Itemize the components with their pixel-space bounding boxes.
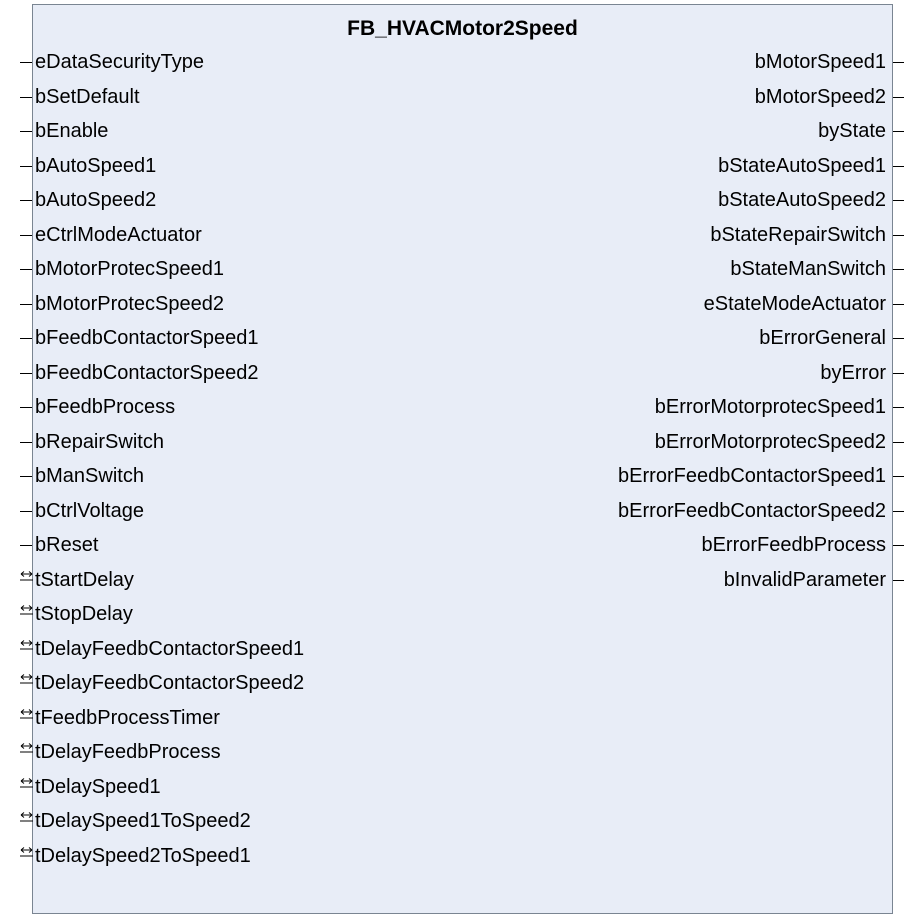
output-pin-line xyxy=(893,131,904,133)
output-pin-line xyxy=(893,510,904,512)
output-pin-label: eStateModeActuator xyxy=(703,292,886,315)
output-pin-label: bErrorGeneral xyxy=(759,327,886,349)
inout-pin-label: tDelayFeedbProcess xyxy=(35,741,221,763)
output-pin-label: bStateAutoSpeed1 xyxy=(718,154,886,177)
input-pin-label: bRepairSwitch xyxy=(35,430,164,453)
input-pin-line xyxy=(20,62,32,64)
output-pin-line xyxy=(893,579,904,581)
input-pin-line xyxy=(20,338,32,340)
input-pin-label: bReset xyxy=(35,534,99,556)
inout-pin-label: tDelayFeedbContactorSpeed2 xyxy=(35,672,305,694)
output-pin-line xyxy=(893,269,904,271)
input-pin-label: bEnable xyxy=(35,120,109,142)
input-pin-line xyxy=(20,200,32,202)
output-pin-label: bMotorSpeed1 xyxy=(754,51,886,73)
output-pin-label: bErrorMotorprotecSpeed1 xyxy=(654,396,886,418)
input-pin-line xyxy=(20,407,32,409)
input-pin-line xyxy=(20,476,32,478)
block-title: FB_HVACMotor2Speed xyxy=(347,17,578,40)
inout-pin-label: tFeedbProcessTimer xyxy=(35,706,220,729)
inout-pin-label: tDelayFeedbContactorSpeed1 xyxy=(35,637,305,660)
output-pin-line xyxy=(893,96,904,98)
input-pin-label: bCtrlVoltage xyxy=(35,499,144,522)
input-pin-label: bSetDefault xyxy=(35,85,140,108)
output-pin-label: bInvalidParameter xyxy=(723,568,886,591)
output-pin-label: byError xyxy=(820,361,886,384)
output-pin-label: bStateManSwitch xyxy=(730,258,886,280)
input-pin-line xyxy=(20,96,32,98)
input-pin-line xyxy=(20,165,32,167)
output-pin-label: bStateAutoSpeed2 xyxy=(718,189,886,211)
output-pin-label: bErrorFeedbProcess xyxy=(701,534,886,556)
input-pin-line xyxy=(20,510,32,512)
input-pin-line xyxy=(20,269,32,271)
input-pin-label: bFeedbContactorSpeed2 xyxy=(35,361,259,384)
output-pin-line xyxy=(893,62,904,64)
output-pin-label: bStateRepairSwitch xyxy=(710,223,886,246)
output-pin-label: byState xyxy=(818,120,886,142)
output-pin-line xyxy=(893,234,904,236)
input-pin-label: eCtrlModeActuator xyxy=(35,223,202,246)
output-pin-label: bErrorFeedbContactorSpeed2 xyxy=(618,499,886,522)
output-pin-line xyxy=(893,441,904,443)
inout-pin-label: tStartDelay xyxy=(35,568,134,591)
input-pin-line xyxy=(20,372,32,374)
output-pin-line xyxy=(893,338,904,340)
inout-pin-label: tDelaySpeed2ToSpeed1 xyxy=(35,844,251,867)
output-pin-label: bErrorFeedbContactorSpeed1 xyxy=(618,465,886,487)
input-pin-line xyxy=(20,303,32,305)
input-pin-label: bAutoSpeed1 xyxy=(35,154,157,177)
input-pin-label: bFeedbProcess xyxy=(35,396,176,418)
inout-pin-label: tDelaySpeed1ToSpeed2 xyxy=(35,810,251,832)
output-pin-line xyxy=(893,303,904,305)
inout-pin-label: tStopDelay xyxy=(35,603,133,625)
output-pin-line xyxy=(893,165,904,167)
output-pin-label: bErrorMotorprotecSpeed2 xyxy=(654,430,886,453)
output-pin-label: bMotorSpeed2 xyxy=(754,85,886,108)
output-pin-line xyxy=(893,372,904,374)
input-pin-label: bAutoSpeed2 xyxy=(35,189,157,211)
output-pin-line xyxy=(893,407,904,409)
input-pin-label: bMotorProtecSpeed1 xyxy=(35,258,225,280)
input-pin-line xyxy=(20,441,32,443)
input-pin-line xyxy=(20,234,32,236)
input-pin-label: bMotorProtecSpeed2 xyxy=(35,292,225,315)
output-pin-line xyxy=(893,200,904,202)
input-pin-label: eDataSecurityType xyxy=(35,51,204,73)
input-pin-line xyxy=(20,545,32,547)
inout-pin-label: tDelaySpeed1 xyxy=(35,775,161,798)
input-pin-line xyxy=(20,131,32,133)
output-pin-line xyxy=(893,476,904,478)
output-pin-line xyxy=(893,545,904,547)
input-pin-label: bFeedbContactorSpeed1 xyxy=(35,327,259,349)
input-pin-label: bManSwitch xyxy=(35,465,144,487)
